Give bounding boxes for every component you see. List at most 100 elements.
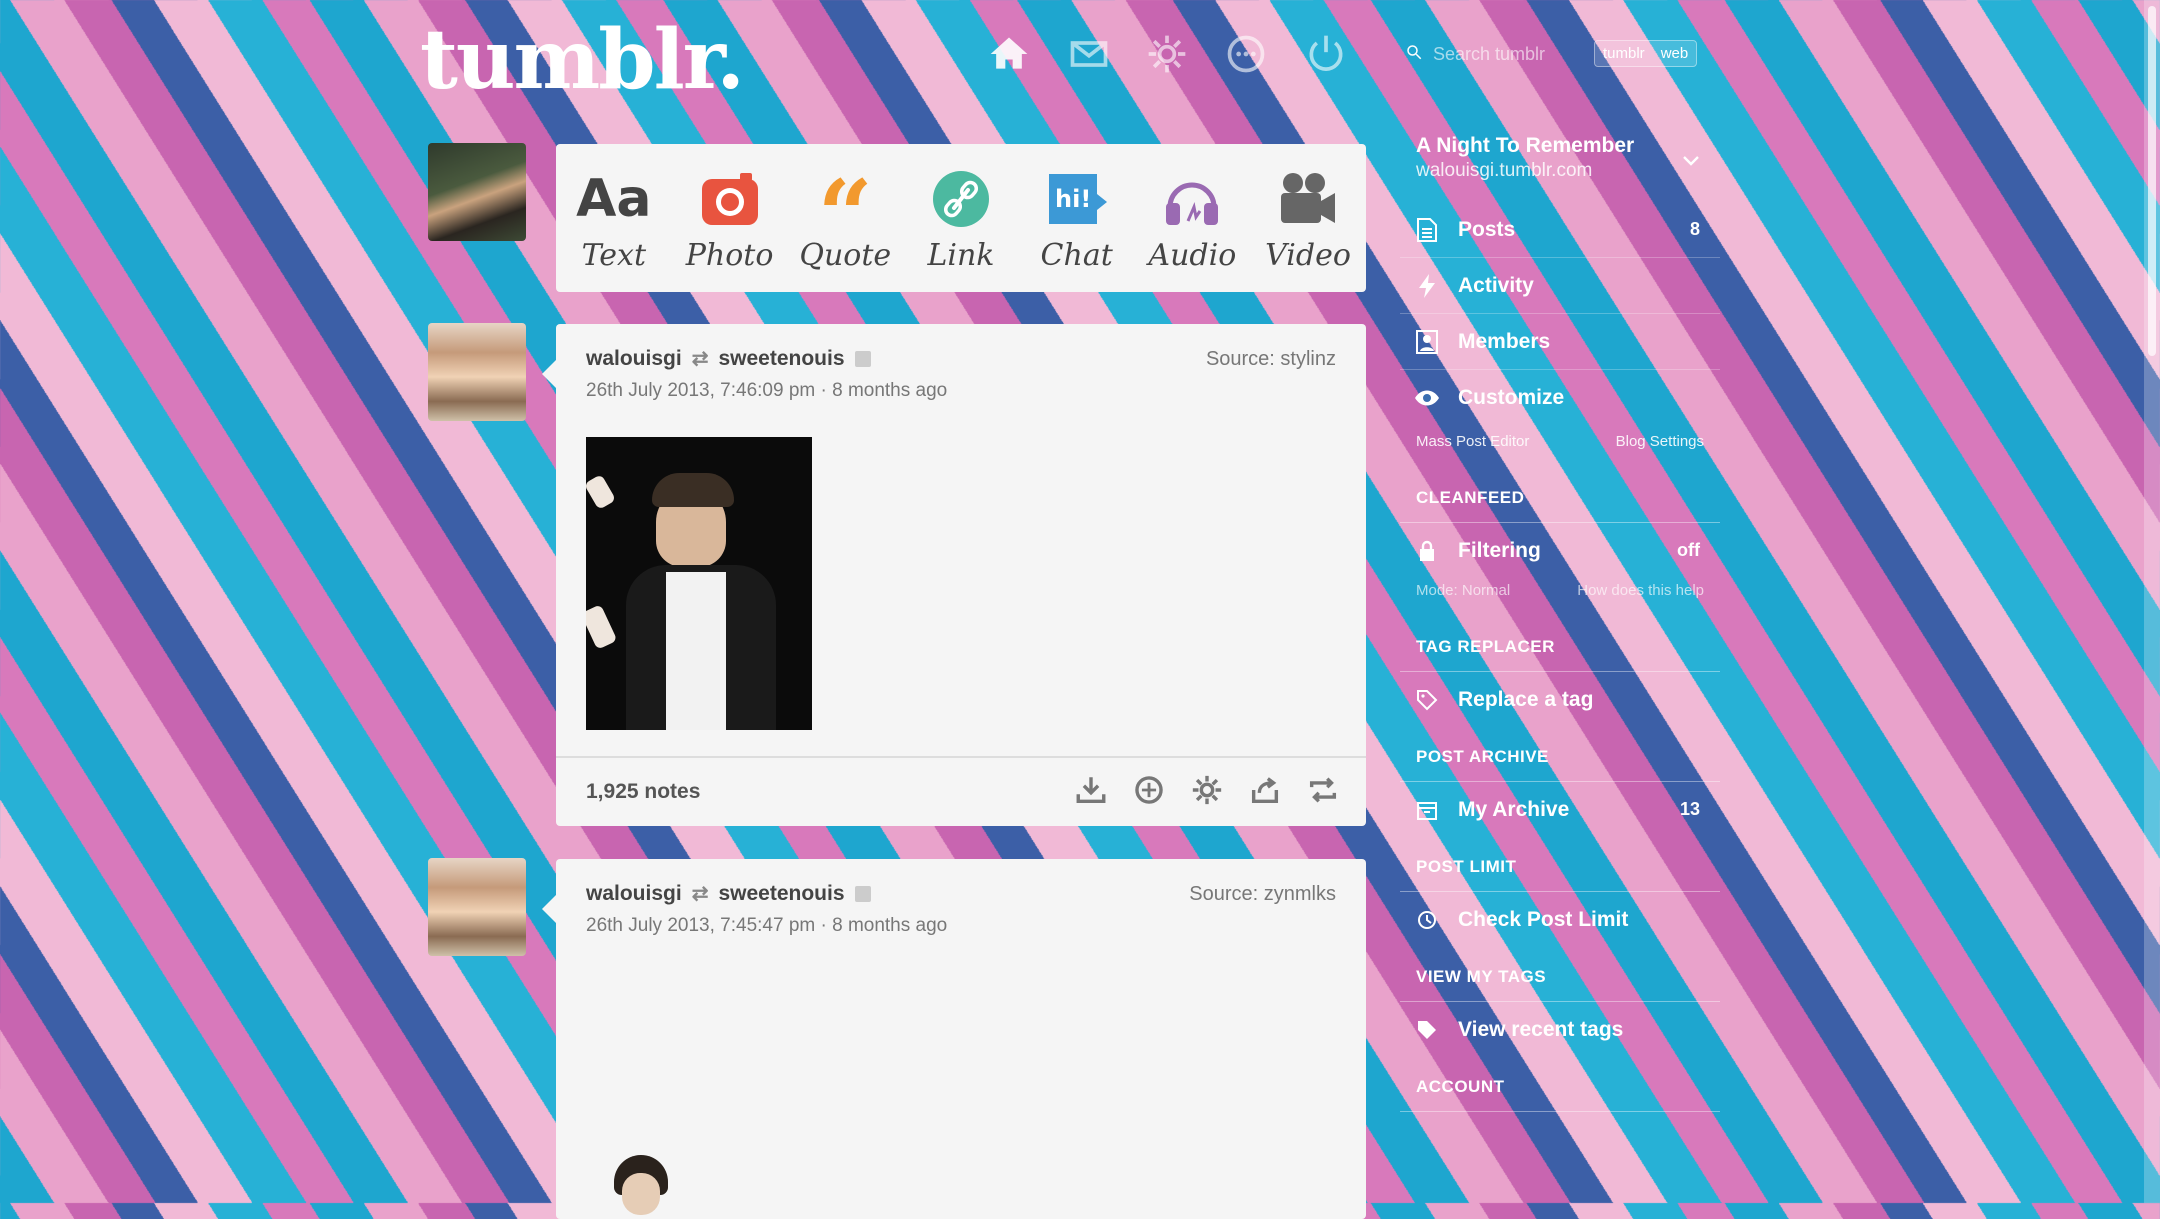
filter-help-link[interactable]: How does this help <box>1577 582 1704 599</box>
toggle-tumblr[interactable]: tumblr <box>1595 41 1653 66</box>
lightning-icon <box>1414 273 1440 299</box>
post-type-label: Text <box>581 238 647 273</box>
lock-icon <box>1414 540 1440 562</box>
reply-bubble-icon[interactable] <box>1132 773 1166 812</box>
post-header: walouisgi ⇄ sweetenouis <box>586 881 871 906</box>
post-author[interactable]: walouisgi <box>586 347 682 371</box>
new-quote-post-button[interactable]: “ Quote <box>790 144 900 274</box>
settings-icon[interactable] <box>1190 773 1224 812</box>
sidebar-item-check-post-limit[interactable]: Check Post Limit <box>1400 892 1720 947</box>
new-text-post-button[interactable]: Aa Text <box>559 144 669 273</box>
tags-icon <box>1414 1019 1440 1041</box>
tumblr-logo[interactable]: tumblr. <box>420 12 745 108</box>
sidebar-item-filtering[interactable]: Filtering off <box>1400 523 1720 578</box>
dashboard-post: walouisgi ⇄ sweetenouis 26th July 2013, … <box>542 324 1366 826</box>
chevron-down-icon[interactable] <box>1682 154 1700 173</box>
download-icon[interactable] <box>1074 773 1108 812</box>
reblogged-from[interactable]: sweetenouis <box>718 347 844 371</box>
blog-selector[interactable]: A Night To Remember walouisgi.tumblr.com <box>1400 134 1720 202</box>
post-type-label: Chat <box>1040 238 1113 273</box>
user-avatar[interactable] <box>428 143 526 241</box>
new-video-post-button[interactable]: Video <box>1253 144 1363 273</box>
new-chat-post-button[interactable]: hi! Chat <box>1022 144 1132 273</box>
search-input[interactable] <box>1431 42 1565 66</box>
video-camera-icon <box>1253 164 1363 234</box>
posts-count: 8 <box>1689 219 1700 239</box>
chat-icon[interactable] <box>1224 32 1268 76</box>
post-source[interactable]: Source: stylinz <box>1206 348 1336 371</box>
toggle-web[interactable]: web <box>1652 41 1697 66</box>
tag-icon <box>1414 689 1440 711</box>
blog-title: A Night To Remember <box>1416 134 1635 157</box>
mail-icon[interactable] <box>1067 32 1111 76</box>
eye-icon <box>1414 389 1440 407</box>
post-type-label: Photo <box>685 238 774 273</box>
reblog-indicator-icon: ⇄ <box>691 348 709 370</box>
follow-icon[interactable] <box>854 885 871 902</box>
sidebar-item-members[interactable]: Members <box>1400 314 1720 370</box>
scrollbar-thumb[interactable] <box>2148 6 2156 356</box>
sidebar-item-posts[interactable]: Posts 8 <box>1400 202 1720 258</box>
sidebar-item-label: Activity <box>1458 273 1534 297</box>
filter-mode[interactable]: Mode: Normal <box>1416 582 1510 599</box>
search-scope-toggle[interactable]: tumblr web <box>1594 40 1698 67</box>
post-archive-heading: POST ARCHIVE <box>1400 727 1720 782</box>
reblog-icon[interactable] <box>1306 773 1340 812</box>
gear-icon[interactable] <box>1145 32 1189 76</box>
post-type-label: Link <box>927 238 995 273</box>
sidebar-item-customize[interactable]: Customize <box>1400 370 1720 425</box>
chat-bubble-icon: hi! <box>1022 164 1132 234</box>
svg-text:hi!: hi! <box>1055 185 1091 213</box>
account-heading: ACCOUNT <box>1400 1057 1720 1112</box>
post-author-avatar[interactable] <box>428 323 526 421</box>
new-link-post-button[interactable]: Link <box>906 144 1016 273</box>
search-bar[interactable] <box>1405 38 1585 70</box>
post-type-label: Audio <box>1148 238 1237 273</box>
mass-post-editor-link[interactable]: Mass Post Editor <box>1416 433 1529 450</box>
document-icon <box>1414 217 1440 243</box>
post-source[interactable]: Source: zynmlks <box>1189 883 1336 906</box>
sidebar-item-label: Customize <box>1458 385 1565 409</box>
quote-icon: “ <box>817 159 873 272</box>
post-footer: 1,925 notes <box>556 756 1366 826</box>
text-icon: Aa <box>576 169 652 229</box>
headphones-icon <box>1137 164 1247 234</box>
sidebar-item-my-archive[interactable]: My Archive 13 <box>1400 782 1720 837</box>
post-date[interactable]: 26th July 2013, 7:45:47 pm · 8 months ag… <box>586 915 947 937</box>
post-date[interactable]: 26th July 2013, 7:46:09 pm · 8 months ag… <box>586 380 947 402</box>
follow-icon[interactable] <box>854 350 871 367</box>
share-icon[interactable] <box>1248 773 1282 812</box>
post-limit-heading: POST LIMIT <box>1400 837 1720 892</box>
sidebar: A Night To Remember walouisgi.tumblr.com… <box>1400 134 1720 1112</box>
post-type-bar: Aa Text Photo “ Quote Link hi! Chat Audi… <box>556 144 1366 292</box>
reblogged-from[interactable]: sweetenouis <box>718 882 844 906</box>
blog-url: walouisgi.tumblr.com <box>1416 160 1593 181</box>
post-author[interactable]: walouisgi <box>586 882 682 906</box>
sidebar-item-label: My Archive <box>1458 797 1570 821</box>
link-icon <box>906 164 1016 234</box>
home-icon[interactable] <box>987 32 1031 76</box>
sidebar-item-activity[interactable]: Activity <box>1400 258 1720 314</box>
sidebar-item-view-recent-tags[interactable]: View recent tags <box>1400 1002 1720 1057</box>
new-photo-post-button[interactable]: Photo <box>675 144 785 273</box>
post-header: walouisgi ⇄ sweetenouis <box>586 346 871 371</box>
sidebar-item-replace-tag[interactable]: Replace a tag <box>1400 672 1720 727</box>
sidebar-item-label: Members <box>1458 329 1551 353</box>
sidebar-item-label: Posts <box>1458 217 1516 241</box>
power-icon[interactable] <box>1304 32 1348 76</box>
limit-icon <box>1414 909 1440 931</box>
post-type-label: Video <box>1265 238 1351 273</box>
post-actions <box>1074 773 1340 812</box>
post-author-avatar[interactable] <box>428 858 526 956</box>
blog-settings-link[interactable]: Blog Settings <box>1616 433 1704 450</box>
sidebar-item-label: View recent tags <box>1458 1017 1624 1041</box>
new-audio-post-button[interactable]: Audio <box>1137 144 1247 273</box>
sidebar-item-label: Check Post Limit <box>1458 907 1629 931</box>
notes-count[interactable]: 1,925 notes <box>586 780 700 804</box>
search-icon <box>1405 43 1423 66</box>
post-pointer <box>542 895 556 923</box>
post-photo[interactable] <box>606 1155 676 1215</box>
filtering-status: off <box>1677 540 1700 560</box>
post-pointer <box>542 360 556 388</box>
post-photo[interactable] <box>586 437 812 730</box>
